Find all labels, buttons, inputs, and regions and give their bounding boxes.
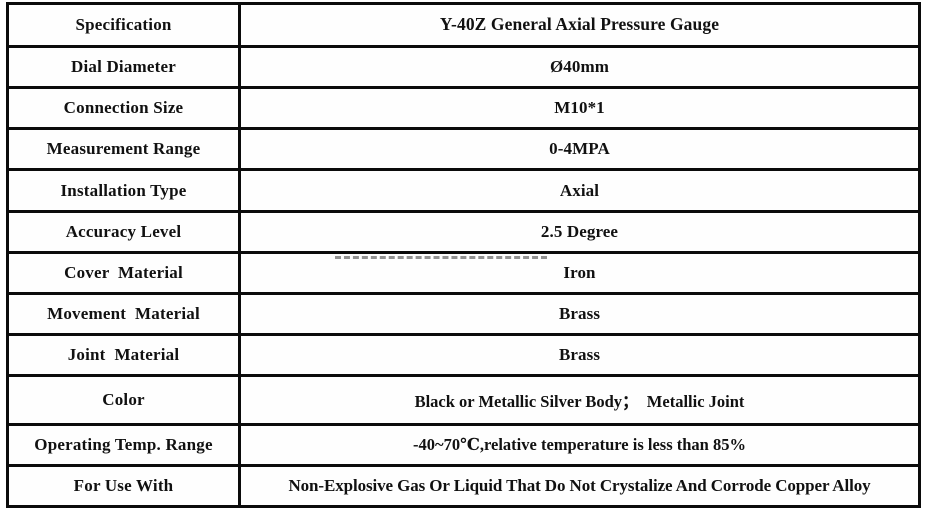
row-label-cover-material: Cover Material	[6, 250, 241, 295]
specification-sheet: Specification Y-40Z General Axial Pressu…	[0, 0, 927, 510]
row-label-measurement-range: Measurement Range	[6, 127, 241, 172]
row-value-accuracy-level: 2.5 Degree	[238, 209, 921, 254]
table-row: For Use With Non-Explosive Gas Or Liquid…	[6, 463, 921, 509]
row-label-joint-material: Joint Material	[6, 333, 241, 378]
table-body: Specification Y-40Z General Axial Pressu…	[6, 2, 921, 509]
table-row: Measurement Range 0-4MPA	[6, 127, 921, 172]
row-value-installation-type: Axial	[238, 168, 921, 213]
table-row: Color Black or Metallic Silver Body； Met…	[6, 374, 921, 426]
row-label-movement-material: Movement Material	[6, 291, 241, 337]
row-label-specification: Specification	[6, 2, 241, 48]
table-row: Installation Type Axial	[6, 168, 921, 213]
row-label-installation-type: Installation Type	[6, 168, 241, 213]
row-label-accuracy-level: Accuracy Level	[6, 209, 241, 254]
row-value-specification: Y-40Z General Axial Pressure Gauge	[238, 2, 921, 48]
row-value-joint-material: Brass	[238, 333, 921, 378]
table-row: Joint Material Brass	[6, 333, 921, 378]
row-label-connection-size: Connection Size	[6, 86, 241, 131]
table-row: Connection Size M10*1	[6, 86, 921, 131]
table-row: Operating Temp. Range -40~70℃,relative t…	[6, 422, 921, 467]
specification-table: Specification Y-40Z General Axial Pressu…	[6, 2, 921, 509]
table-row: Dial Diameter Ø40mm	[6, 44, 921, 90]
table-row: Cover Material Iron	[6, 250, 921, 295]
row-value-measurement-range: 0-4MPA	[238, 127, 921, 172]
row-label-operating-temp-range: Operating Temp. Range	[6, 422, 241, 467]
row-label-dial-diameter: Dial Diameter	[6, 44, 241, 90]
table-row: Specification Y-40Z General Axial Pressu…	[6, 2, 921, 48]
row-value-dial-diameter: Ø40mm	[238, 44, 921, 90]
row-value-cover-material: Iron	[238, 250, 921, 295]
row-value-for-use-with: Non-Explosive Gas Or Liquid That Do Not …	[238, 463, 921, 509]
row-value-connection-size: M10*1	[238, 86, 921, 131]
table-row: Movement Material Brass	[6, 291, 921, 337]
row-value-operating-temp-range: -40~70℃,relative temperature is less tha…	[238, 422, 921, 467]
row-value-color: Black or Metallic Silver Body； Metallic …	[238, 374, 921, 426]
row-value-movement-material: Brass	[238, 291, 921, 337]
row-label-for-use-with: For Use With	[6, 463, 241, 509]
table-row: Accuracy Level 2.5 Degree	[6, 209, 921, 254]
row-label-color: Color	[6, 374, 241, 426]
